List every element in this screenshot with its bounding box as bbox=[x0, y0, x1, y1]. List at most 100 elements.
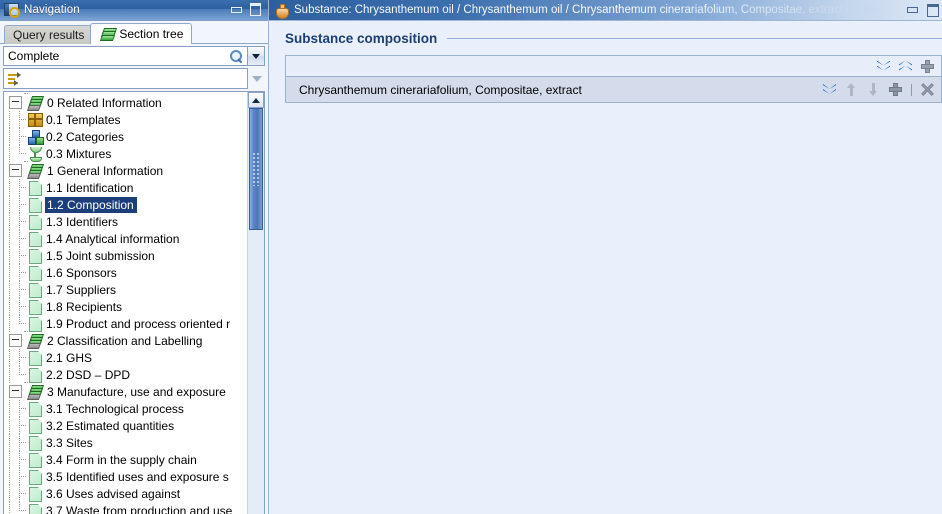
tree-filter-expand-button[interactable] bbox=[248, 68, 265, 89]
document-titlebar: Substance: Chrysanthemum oil / Chrysanth… bbox=[269, 0, 942, 21]
tab-query-results[interactable]: Query results bbox=[4, 25, 94, 45]
tree-item-1-2[interactable]: 1.2 Composition bbox=[4, 196, 247, 214]
document-icon bbox=[27, 248, 43, 265]
tree-item-3-6[interactable]: 3.6 Uses advised against bbox=[4, 485, 247, 503]
green-books-icon bbox=[100, 27, 118, 41]
tree-branch-line bbox=[14, 145, 27, 162]
add-block-icon[interactable] bbox=[920, 59, 935, 74]
composition-table-toolbar bbox=[286, 56, 941, 77]
composition-row-label: Chrysanthemum cinerariafolium, Composita… bbox=[299, 82, 582, 97]
magnifier-icon[interactable] bbox=[230, 49, 243, 64]
green-books-icon bbox=[26, 95, 45, 112]
green-books-icon bbox=[26, 333, 45, 350]
tab-section-tree[interactable]: Section tree bbox=[90, 23, 193, 46]
tree-branch-line bbox=[14, 230, 27, 248]
minimize-icon[interactable] bbox=[905, 3, 920, 17]
scroll-up-arrow-icon[interactable] bbox=[248, 92, 264, 109]
tree-item-1-3[interactable]: 1.3 Identifiers bbox=[4, 213, 247, 231]
tree-item-3-4[interactable]: 3.4 Form in the supply chain bbox=[4, 451, 247, 469]
document-panel: Substance: Chrysanthemum oil / Chrysanth… bbox=[269, 0, 942, 514]
tree-item-label: 1.1 Identification bbox=[46, 180, 134, 195]
tree-toggle-icon[interactable] bbox=[9, 385, 22, 399]
section-tree-scrollbar[interactable] bbox=[247, 92, 264, 514]
tree-item-1-9[interactable]: 1.9 Product and process oriented r bbox=[4, 315, 247, 333]
tree-item-0-3[interactable]: 0.3 Mixtures bbox=[4, 145, 247, 163]
tree-item-2-1[interactable]: 2.1 GHS bbox=[4, 349, 247, 367]
tree-item-1-1[interactable]: 1.1 Identification bbox=[4, 179, 247, 197]
scrollbar-thumb[interactable] bbox=[249, 108, 263, 231]
document-title: Substance: Chrysanthemum oil / Chrysanth… bbox=[294, 4, 905, 16]
tab-query-results-label: Query results bbox=[13, 28, 85, 43]
tree-item-0-1[interactable]: 0.1 Templates bbox=[4, 111, 247, 129]
tree-item-0-2[interactable]: 0.2 Categories bbox=[4, 128, 247, 146]
tree-branch-line bbox=[14, 349, 27, 367]
tree-item-1-5[interactable]: 1.5 Joint submission bbox=[4, 247, 247, 265]
section-tree[interactable]: 0 Related Information 0.1 Templates 0.2 Ca… bbox=[4, 92, 247, 514]
tree-item-3-2[interactable]: 3.2 Estimated quantities bbox=[4, 417, 247, 435]
document-body: Substance composition Chrysanthemum cine… bbox=[269, 21, 942, 514]
flow-filter-icon bbox=[7, 71, 22, 86]
document-icon bbox=[27, 469, 43, 486]
expand-row-icon[interactable] bbox=[822, 82, 837, 97]
view-selector-input[interactable]: Complete bbox=[3, 46, 248, 67]
tree-item-label: 3.3 Sites bbox=[46, 435, 93, 450]
tree-item-label: 0 Related Information bbox=[47, 95, 162, 110]
tree-toggle-icon[interactable] bbox=[9, 96, 22, 110]
tree-toggle-icon[interactable] bbox=[9, 334, 22, 348]
tab-section-tree-label: Section tree bbox=[119, 27, 184, 42]
tree-item-2-2[interactable]: 2.2 DSD – DPD bbox=[4, 366, 247, 384]
tree-item-label: 3.6 Uses advised against bbox=[46, 486, 181, 501]
tree-item-1-7[interactable]: 1.7 Suppliers bbox=[4, 281, 247, 299]
tree-branch-line bbox=[14, 366, 27, 383]
document-icon bbox=[27, 282, 43, 299]
delete-row-icon[interactable] bbox=[920, 82, 935, 97]
tree-item-3-7[interactable]: 3.7 Waste from production and use bbox=[4, 502, 247, 514]
tree-item-1-8[interactable]: 1.8 Recipients bbox=[4, 298, 247, 316]
document-icon bbox=[27, 231, 43, 248]
tree-branch-line bbox=[14, 315, 27, 332]
tree-item-label: 0.1 Templates bbox=[46, 112, 121, 127]
toolbar-icon-group bbox=[876, 59, 935, 74]
green-books-icon bbox=[26, 384, 45, 401]
triangle-down-icon bbox=[251, 75, 262, 82]
minimize-icon[interactable] bbox=[229, 3, 244, 17]
tree-item-label: 2.1 GHS bbox=[46, 350, 93, 365]
tree-branch-line bbox=[14, 264, 27, 282]
section-header: Substance composition bbox=[285, 31, 942, 46]
tree-toggle-icon[interactable] bbox=[9, 164, 22, 178]
collapse-all-icon[interactable] bbox=[876, 59, 891, 74]
tree-branch-line bbox=[14, 179, 27, 197]
tree-item-1[interactable]: 1 General Information bbox=[4, 161, 247, 180]
tree-item-3-5[interactable]: 3.5 Identified uses and exposure s bbox=[4, 468, 247, 486]
move-up-icon[interactable] bbox=[844, 82, 859, 97]
navigation-window-buttons bbox=[229, 3, 266, 17]
navigation-tabs: Query results Section tree bbox=[0, 20, 268, 46]
maximize-icon[interactable] bbox=[248, 3, 263, 17]
tree-item-label: 1 General Information bbox=[47, 163, 164, 178]
document-icon bbox=[27, 401, 43, 418]
expand-all-icon[interactable] bbox=[898, 59, 913, 74]
tree-item-0[interactable]: 0 Related Information bbox=[4, 93, 247, 112]
view-selector-dropdown-button[interactable] bbox=[248, 46, 265, 67]
tree-item-2[interactable]: 2 Classification and Labelling bbox=[4, 331, 247, 350]
application-window: Navigation Query results Section tree Co… bbox=[0, 0, 942, 514]
move-down-icon[interactable] bbox=[866, 82, 881, 97]
tree-item-label: 1.6 Sponsors bbox=[46, 265, 117, 280]
maximize-icon[interactable] bbox=[925, 3, 940, 17]
tree-item-1-4[interactable]: 1.4 Analytical information bbox=[4, 230, 247, 248]
tree-branch-line bbox=[14, 196, 27, 214]
green-books-icon bbox=[26, 163, 45, 180]
tree-branch-line bbox=[14, 213, 27, 231]
tree-item-3-1[interactable]: 3.1 Technological process bbox=[4, 400, 247, 418]
add-row-icon[interactable] bbox=[888, 82, 903, 97]
scrollbar-track[interactable] bbox=[248, 108, 264, 514]
tree-item-3-3[interactable]: 3.3 Sites bbox=[4, 434, 247, 452]
table-row[interactable]: Chrysanthemum cinerariafolium, Composita… bbox=[286, 77, 941, 102]
tree-item-1-6[interactable]: 1.6 Sponsors bbox=[4, 264, 247, 282]
tree-item-label: 3 Manufacture, use and exposure bbox=[47, 384, 226, 399]
categories-icon bbox=[27, 129, 44, 146]
tree-item-3[interactable]: 3 Manufacture, use and exposure bbox=[4, 382, 247, 401]
tree-filter-input[interactable] bbox=[3, 68, 248, 90]
chevron-down-icon bbox=[252, 53, 260, 59]
tree-item-label: 3.7 Waste from production and use bbox=[46, 503, 233, 514]
